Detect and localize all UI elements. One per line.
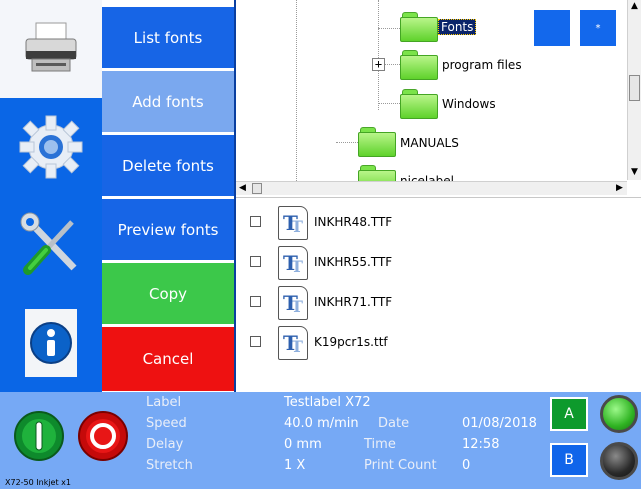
speed-key: Speed (146, 416, 187, 431)
list-item[interactable]: TT INKHR71.TTF (236, 282, 641, 322)
tree-vertical-scrollbar[interactable]: ▲ ▼ (627, 0, 641, 180)
date-key: Date (378, 416, 410, 431)
scroll-thumb[interactable] (252, 183, 262, 194)
cancel-button[interactable]: Cancel (102, 327, 234, 392)
head-b-button[interactable]: B (550, 443, 588, 477)
time-value: 12:58 (462, 437, 500, 452)
start-button[interactable] (13, 410, 65, 462)
file-name: INKHR71.TTF (314, 295, 393, 309)
tree-item-label: Fonts (438, 19, 477, 35)
truetype-font-icon: TT (278, 286, 308, 320)
file-name: INKHR55.TTF (314, 255, 393, 269)
head-a-button[interactable]: A (550, 397, 588, 431)
scroll-right-arrow-icon[interactable]: ▶ (613, 182, 626, 195)
tree-item-label: MANUALS (400, 136, 459, 150)
printer-model-label: X72-50 Inkjet x1 (5, 478, 71, 487)
list-item[interactable]: TT INKHR55.TTF (236, 242, 641, 282)
print-count-value: 0 (462, 458, 471, 473)
stretch-value: 1 X (284, 458, 306, 473)
file-name: K19pcr1s.ttf (314, 335, 388, 349)
status-led-green (600, 395, 638, 433)
tree-action-button-1[interactable] (534, 10, 570, 46)
tree-guide (336, 142, 358, 143)
truetype-font-icon: TT (278, 326, 308, 360)
printer-nav-button[interactable] (0, 0, 102, 98)
settings-gear-icon (19, 115, 83, 179)
tree-item-label: program files (442, 58, 522, 72)
info-nav-button[interactable] (0, 294, 102, 392)
settings-nav-button[interactable] (0, 98, 102, 196)
time-key: Time (364, 437, 396, 452)
tools-icon (20, 212, 77, 275)
icon-rail (0, 0, 102, 392)
speed-value: 40.0 m/min (284, 416, 359, 431)
file-name: INKHR48.TTF (314, 215, 393, 229)
scroll-thumb[interactable] (629, 75, 640, 101)
list-item[interactable]: TT INKHR48.TTF (236, 202, 641, 242)
file-checkbox[interactable] (250, 296, 261, 307)
tools-nav-button[interactable] (0, 196, 102, 294)
info-tile (25, 309, 77, 377)
tree-guide (378, 103, 400, 104)
print-count-key: Print Count (364, 458, 437, 473)
label-value: Testlabel X72 (284, 395, 371, 410)
tree-horizontal-scrollbar[interactable]: ◀ ▶ (236, 181, 627, 195)
tree-action-button-2[interactable]: * (580, 10, 616, 46)
truetype-font-icon: TT (278, 206, 308, 240)
printer-icon (25, 22, 77, 72)
font-menu: List fonts Add fonts Delete fonts Previe… (102, 0, 234, 392)
folder-icon (400, 12, 438, 42)
stop-button[interactable] (77, 410, 129, 462)
status-bar: Label Testlabel X72 Speed 40.0 m/min Dat… (0, 392, 641, 489)
scroll-down-arrow-icon[interactable]: ▼ (628, 166, 641, 179)
date-value: 01/08/2018 (462, 416, 537, 431)
tree-guide (378, 28, 400, 29)
copy-button[interactable]: Copy (102, 263, 234, 325)
folder-icon (400, 89, 438, 119)
status-led-off (600, 442, 638, 480)
info-icon (30, 322, 72, 364)
folder-icon (358, 127, 396, 157)
delete-fonts-button[interactable]: Delete fonts (102, 135, 234, 197)
scroll-left-arrow-icon[interactable]: ◀ (236, 182, 249, 195)
stretch-key: Stretch (146, 458, 193, 473)
add-fonts-button[interactable]: Add fonts (102, 71, 234, 133)
label-key: Label (146, 395, 182, 410)
tree-guide (385, 64, 400, 65)
file-checkbox[interactable] (250, 216, 261, 227)
delay-key: Delay (146, 437, 184, 452)
list-item[interactable]: TT K19pcr1s.ttf (236, 322, 641, 362)
tree-guide (378, 0, 379, 110)
folder-icon (400, 50, 438, 80)
file-checkbox[interactable] (250, 256, 261, 267)
delay-value: 0 mm (284, 437, 322, 452)
tree-guide (296, 0, 297, 181)
scroll-up-arrow-icon[interactable]: ▲ (628, 0, 641, 13)
font-file-list: TT INKHR48.TTF TT INKHR55.TTF TT INKHR71… (236, 199, 641, 392)
folder-tree: Fonts + program files Windows MANUALS ni… (236, 0, 641, 198)
expand-toggle[interactable]: + (372, 58, 385, 71)
truetype-font-icon: TT (278, 246, 308, 280)
list-fonts-button[interactable]: List fonts (102, 7, 234, 69)
file-checkbox[interactable] (250, 336, 261, 347)
tree-item-label: Windows (442, 97, 496, 111)
preview-fonts-button[interactable]: Preview fonts (102, 199, 234, 261)
